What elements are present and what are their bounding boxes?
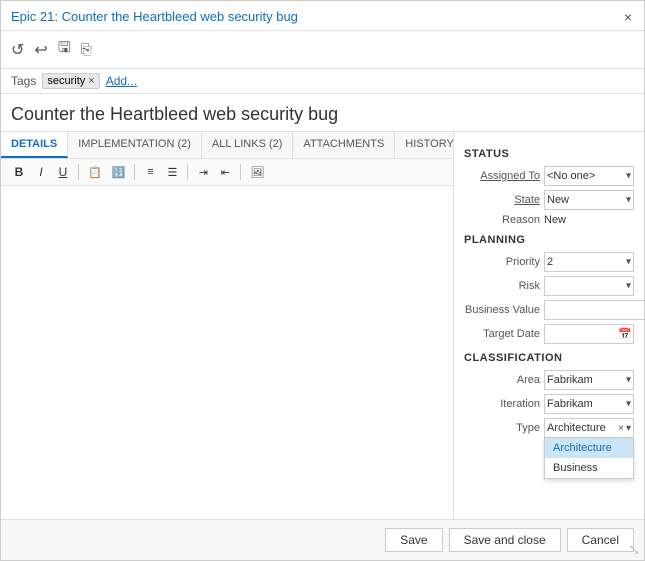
- footer: Save Save and close Cancel: [1, 519, 644, 560]
- iteration-row: Iteration Fabrikam: [464, 394, 634, 414]
- target-date-label: Target Date: [464, 328, 540, 340]
- tag-chip-text: security: [47, 75, 85, 87]
- type-row: Type Architecture × ▾ Architecture Busin…: [464, 418, 634, 438]
- assigned-to-row: Assigned To <No one>: [464, 166, 634, 186]
- separator-2: [134, 164, 135, 180]
- undo-icon[interactable]: ↩: [34, 40, 47, 60]
- type-field-wrapper: Architecture × ▾ Architecture Business: [544, 418, 634, 438]
- close-button[interactable]: ×: [622, 10, 634, 24]
- risk-wrapper: [544, 276, 634, 296]
- numbered-list-button-2[interactable]: 🔢: [108, 164, 130, 181]
- tag-chip-security: security ×: [42, 73, 99, 89]
- dialog-title: Epic 21: Counter the Heartbleed web secu…: [11, 9, 298, 24]
- tab-all-links[interactable]: ALL LINKS (2): [202, 132, 294, 158]
- tag-remove-button[interactable]: ×: [88, 75, 94, 87]
- tab-attachments[interactable]: ATTACHMENTS: [293, 132, 395, 158]
- save-and-close-button[interactable]: Save and close: [449, 528, 561, 552]
- area-label: Area: [464, 374, 540, 386]
- title-bar: Epic 21: Counter the Heartbleed web secu…: [1, 1, 644, 31]
- type-option-business[interactable]: Business: [545, 458, 633, 478]
- iteration-label: Iteration: [464, 398, 540, 410]
- underline-button[interactable]: U: [53, 163, 73, 181]
- target-date-wrapper: 📅: [544, 324, 634, 344]
- type-dropdown: Architecture Business: [544, 438, 634, 479]
- state-wrapper: New: [544, 190, 634, 210]
- state-select[interactable]: New: [544, 190, 634, 210]
- priority-row: Priority 2: [464, 252, 634, 272]
- editor-area[interactable]: [1, 186, 453, 519]
- tags-label: Tags: [11, 74, 36, 88]
- separator-1: [78, 164, 79, 180]
- cancel-button[interactable]: Cancel: [567, 528, 634, 552]
- bullet-list-button-1[interactable]: ≡: [140, 164, 160, 180]
- tab-implementation[interactable]: IMPLEMENTATION (2): [68, 132, 202, 158]
- risk-select[interactable]: [544, 276, 634, 296]
- left-panel: DETAILS IMPLEMENTATION (2) ALL LINKS (2)…: [1, 132, 454, 519]
- numbered-list-button-1[interactable]: 📋: [84, 164, 106, 181]
- italic-button[interactable]: I: [31, 163, 51, 181]
- assigned-to-wrapper: <No one>: [544, 166, 634, 186]
- planning-section-header: PLANNING: [464, 234, 634, 246]
- priority-wrapper: 2: [544, 252, 634, 272]
- risk-label: Risk: [464, 280, 540, 292]
- add-tag-link[interactable]: Add...: [106, 74, 137, 88]
- separator-3: [187, 164, 188, 180]
- epic-number: Epic 21:: [11, 9, 58, 24]
- save-button[interactable]: Save: [385, 528, 442, 552]
- priority-label: Priority: [464, 256, 540, 268]
- tab-details[interactable]: DETAILS: [1, 132, 68, 158]
- assigned-to-select[interactable]: <No one>: [544, 166, 634, 186]
- resize-handle[interactable]: ⤡: [630, 546, 642, 558]
- area-select[interactable]: Fabrikam: [544, 370, 634, 390]
- business-value-label: Business Value: [464, 304, 540, 316]
- type-label: Type: [464, 422, 540, 434]
- state-row: State New: [464, 190, 634, 210]
- state-label[interactable]: State: [464, 194, 540, 206]
- tabs-bar: DETAILS IMPLEMENTATION (2) ALL LINKS (2)…: [1, 132, 453, 159]
- dialog-container: Epic 21: Counter the Heartbleed web secu…: [0, 0, 645, 561]
- area-row: Area Fabrikam: [464, 370, 634, 390]
- target-date-row: Target Date 📅: [464, 324, 634, 344]
- epic-title-text: Counter the Heartbleed web security bug: [62, 9, 298, 24]
- type-clear-button[interactable]: ×: [616, 423, 626, 434]
- reason-value: New: [544, 214, 634, 226]
- priority-select[interactable]: 2: [544, 252, 634, 272]
- outdent-button[interactable]: ⇤: [215, 164, 235, 181]
- risk-row: Risk: [464, 276, 634, 296]
- iteration-select[interactable]: Fabrikam: [544, 394, 634, 414]
- area-wrapper: Fabrikam: [544, 370, 634, 390]
- right-panel: STATUS Assigned To <No one> State New: [454, 132, 644, 519]
- toolbar: ↺ ↩ 🖫 ⎘: [1, 31, 644, 69]
- assigned-to-label[interactable]: Assigned To: [464, 170, 540, 182]
- reason-row: Reason New: [464, 214, 634, 226]
- iteration-wrapper: Fabrikam: [544, 394, 634, 414]
- type-input-row: Architecture × ▾: [544, 418, 634, 438]
- bold-button[interactable]: B: [9, 163, 29, 181]
- editor-toolbar: B I U 📋 🔢 ≡ ☰ ⇥ ⇤ 🖼: [1, 159, 453, 186]
- work-item-title: Counter the Heartbleed web security bug: [1, 94, 644, 132]
- business-value-row: Business Value: [464, 300, 634, 320]
- indent-button-1[interactable]: ⇥: [193, 164, 213, 181]
- tab-history[interactable]: HISTORY: [395, 132, 454, 158]
- type-input-text: Architecture: [547, 422, 616, 434]
- refresh-icon[interactable]: ↺: [11, 40, 24, 60]
- bullet-list-button-2[interactable]: ☰: [162, 164, 182, 181]
- separator-4: [240, 164, 241, 180]
- business-value-input[interactable]: [544, 300, 644, 320]
- status-section-header: STATUS: [464, 148, 634, 160]
- content-area: DETAILS IMPLEMENTATION (2) ALL LINKS (2)…: [1, 132, 644, 519]
- image-button[interactable]: 🖼: [246, 164, 268, 181]
- tags-row: Tags security × Add...: [1, 69, 644, 94]
- type-option-architecture[interactable]: Architecture: [545, 438, 633, 458]
- type-dropdown-button[interactable]: ▾: [626, 423, 631, 434]
- classification-section-header: CLASSIFICATION: [464, 352, 634, 364]
- reason-label: Reason: [464, 214, 540, 226]
- calendar-icon[interactable]: 📅: [618, 328, 632, 341]
- save-work-item-icon[interactable]: 🖫: [58, 37, 71, 62]
- copy-icon[interactable]: ⎘: [81, 41, 92, 58]
